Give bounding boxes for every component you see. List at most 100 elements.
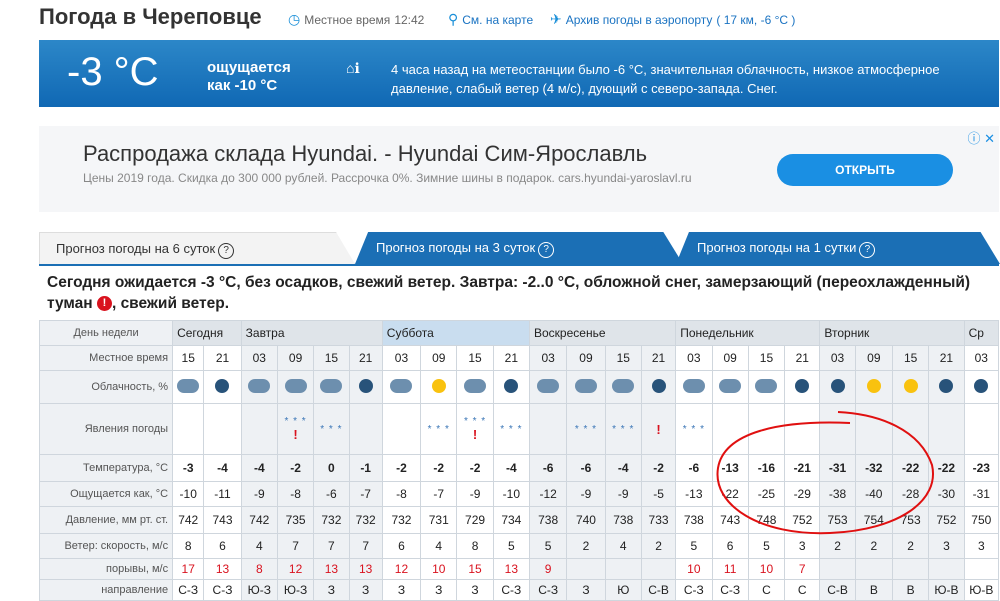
feels-cell: -25 (747, 481, 786, 507)
advertisement[interactable]: Распродажа склада Hyundai. - Hyundai Сим… (39, 126, 999, 212)
times-cell: 21 (203, 345, 242, 371)
wind-cell: 6 (203, 533, 242, 559)
times-cell: 09 (276, 345, 315, 371)
moon-icon (830, 378, 845, 393)
pressure-cell: 752 (928, 506, 965, 534)
cloud-icon (682, 378, 705, 393)
pressure-cell: 733 (640, 506, 677, 534)
direction-cell: З (566, 579, 606, 601)
wind-cell: 4 (604, 533, 642, 559)
tab-3-days[interactable]: Прогноз погоды на 3 суток? (355, 232, 683, 264)
clock-icon: ◷ (288, 11, 301, 27)
cloud-icon (248, 378, 271, 393)
times-cell: 03 (528, 345, 568, 371)
temps-cell: 0 (313, 454, 350, 482)
times-cell: 03 (819, 345, 856, 371)
pressure-cell: 743 (711, 506, 749, 534)
map-link[interactable]: ⚲ См. на карте (448, 11, 533, 28)
times-cell: 09 (566, 345, 606, 371)
wind-cell: 2 (854, 533, 893, 559)
cloud-icon (177, 378, 200, 393)
feels-cell: -8 (276, 481, 315, 507)
pressure-cell: 732 (381, 506, 422, 534)
wind-cell: 5 (675, 533, 713, 559)
temps-cell: -32 (854, 454, 893, 482)
feels-cell: -13 (675, 481, 713, 507)
direction-cell: З (381, 579, 422, 601)
direction-cell: З (348, 579, 383, 601)
temps-cell: -31 (819, 454, 856, 482)
gusts-cell: 13 (492, 558, 531, 580)
moon-icon (651, 378, 666, 393)
times-cell: 09 (854, 345, 893, 371)
wind-cell: 5 (528, 533, 568, 559)
times-cell: 21 (640, 345, 677, 371)
times-cell: 15 (747, 345, 786, 371)
direction-cell: В (891, 579, 930, 601)
temps-cell: -4 (604, 454, 642, 482)
row-label: Ветер: скорость, м/с (38, 533, 174, 559)
direction-cell: Ю-З (276, 579, 315, 601)
direction-cell: Ю-З (240, 579, 278, 601)
moon-icon (504, 378, 519, 393)
direction-cell: С-З (203, 579, 242, 601)
ad-title[interactable]: Распродажа склада Hyundai. - Hyundai Сим… (83, 141, 647, 167)
help-icon[interactable]: ? (218, 243, 235, 259)
wind-cell: 7 (348, 533, 383, 559)
pressure-cell: 738 (604, 506, 642, 534)
wind-cell: 2 (566, 533, 606, 559)
direction-cell: С-З (528, 579, 568, 601)
feels-cell: -29 (784, 481, 821, 507)
pressure-cell: 748 (747, 506, 786, 534)
feels-cell: -30 (928, 481, 965, 507)
wind-cell: 2 (891, 533, 930, 559)
gusts-cell (963, 558, 1000, 580)
direction-cell: С-З (172, 579, 205, 601)
times-cell: 15 (891, 345, 930, 371)
row-label: Давление, мм рт. ст. (38, 506, 174, 534)
snow-icon: * * * (682, 423, 705, 435)
wind-cell: 6 (381, 533, 422, 559)
feels-cell: -8 (381, 481, 422, 507)
snow-icon: * * * (320, 423, 343, 435)
feels-cell: -6 (313, 481, 350, 507)
ad-text: Цены 2019 года. Скидка до 300 000 рублей… (83, 171, 692, 185)
feels-cell: -38 (819, 481, 856, 507)
ad-close-icon[interactable]: ⓘ ✕ (967, 128, 995, 147)
cloud-icon (390, 378, 413, 393)
feels-cell: -9 (456, 481, 494, 507)
wind-cell: 4 (240, 533, 278, 559)
row-label: порывы, м/с (38, 558, 174, 580)
gusts-cell: 10 (420, 558, 458, 580)
tab-1-day[interactable]: Прогноз погоды на 1 сутки? (676, 232, 1000, 264)
cloud-icon (719, 378, 742, 393)
temps-cell: -6 (566, 454, 606, 482)
airport-archive-link[interactable]: ✈ Архив погоды в аэропорту ( 17 км, -6 °… (550, 11, 795, 28)
snow-icon: * * * (612, 423, 635, 435)
row-label: Ощущается как, °C (38, 481, 174, 507)
help-icon[interactable]: ? (538, 242, 555, 258)
ad-open-button[interactable]: ОТКРЫТЬ (777, 154, 953, 186)
day-header: Вторник (819, 320, 965, 346)
warning-icon: ! (656, 421, 661, 437)
direction-cell: Ю-В (928, 579, 965, 601)
temps-cell: -23 (963, 454, 1000, 482)
pressure-cell: 738 (528, 506, 568, 534)
direction-cell: З (313, 579, 350, 601)
gusts-cell: 12 (276, 558, 315, 580)
pressure-cell: 753 (819, 506, 856, 534)
feels-cell: -40 (854, 481, 893, 507)
row-label: День недели (38, 320, 174, 346)
wind-cell: 5 (747, 533, 786, 559)
sun-icon (431, 378, 446, 393)
direction-cell: С-З (675, 579, 713, 601)
gusts-cell: 7 (784, 558, 821, 580)
gusts-cell (854, 558, 893, 580)
gusts-cell (819, 558, 856, 580)
day-header: Суббота (381, 320, 531, 346)
pressure-cell: 738 (675, 506, 713, 534)
help-icon[interactable]: ? (859, 242, 876, 258)
tab-6-days[interactable]: Прогноз погоды на 6 суток? (39, 232, 355, 264)
feels-cell: -9 (240, 481, 278, 507)
temps-cell: -4 (240, 454, 278, 482)
